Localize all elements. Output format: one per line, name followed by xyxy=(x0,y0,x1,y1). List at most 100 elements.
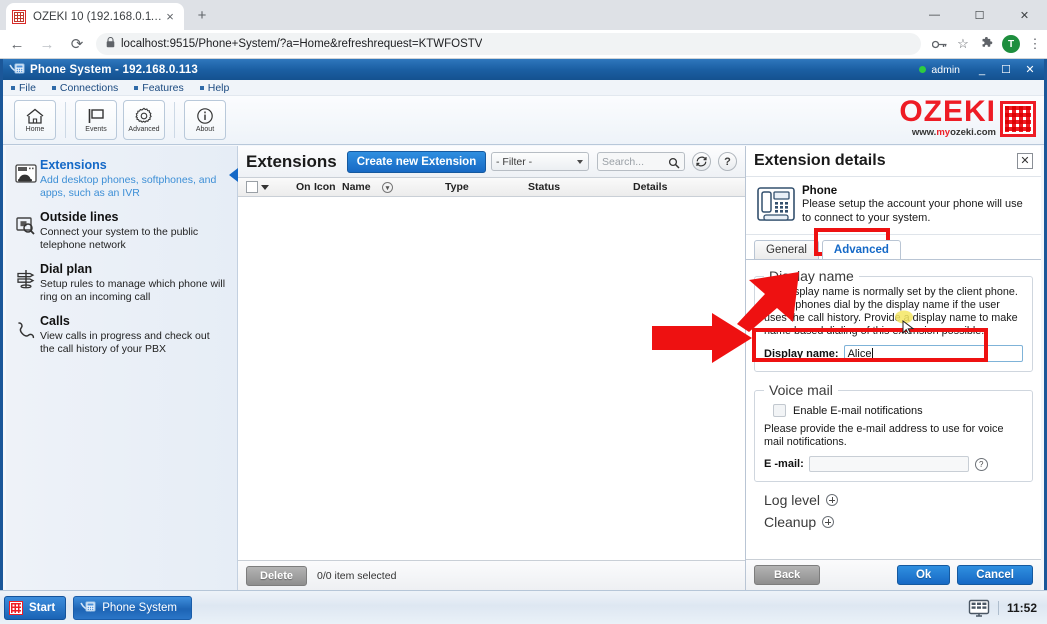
column-header-name[interactable]: Name xyxy=(342,181,371,193)
search-input[interactable]: Search... xyxy=(597,152,685,171)
browser-window-controls: — ☐ ✕ xyxy=(912,0,1047,30)
new-tab-button[interactable]: + xyxy=(192,6,212,26)
phone-system-icon xyxy=(80,601,96,614)
question-mark-icon[interactable]: ? xyxy=(974,457,988,471)
extension-details-header: Extension details ✕ xyxy=(746,146,1041,177)
toolbar-group-home: Home xyxy=(11,100,59,140)
cleanup-label: Cleanup xyxy=(764,514,817,530)
extension-details-panel: Extension details ✕ Phone Please setup t… xyxy=(745,146,1041,590)
menu-features[interactable]: Features xyxy=(134,82,184,94)
extensions-puzzle-icon[interactable] xyxy=(975,32,999,56)
minimize-icon[interactable]: — xyxy=(912,0,957,30)
calls-icon xyxy=(12,314,40,356)
toolbar-advanced-button[interactable]: Advanced xyxy=(123,100,165,140)
menu-help[interactable]: Help xyxy=(199,82,229,94)
display-name-description: The display name is normally set by the … xyxy=(764,286,1018,337)
enable-email-notifications-checkbox[interactable] xyxy=(773,404,786,417)
chevron-down-icon[interactable] xyxy=(261,184,269,190)
start-button[interactable]: Start xyxy=(4,595,67,620)
cancel-button[interactable]: Cancel xyxy=(957,565,1033,585)
browser-tab[interactable]: OZEKI 10 (192.168.0.113) × xyxy=(6,3,184,30)
display-name-row: Display name: Alice xyxy=(764,345,1023,362)
create-new-extension-button[interactable]: Create new Extension xyxy=(346,150,487,173)
log-level-section[interactable]: Log level xyxy=(764,492,1033,508)
browser-tab-title: OZEKI 10 (192.168.0.113) xyxy=(33,10,162,23)
toolbar-group-tools: Events Advanced xyxy=(72,100,168,140)
select-all-checkbox[interactable] xyxy=(246,181,258,193)
app-maximize-icon[interactable]: ☐ xyxy=(994,59,1018,80)
sidebar-item-extensions[interactable]: Extensions Add desktop phones, softphone… xyxy=(6,154,238,206)
plus-circle-icon[interactable] xyxy=(822,516,835,528)
sort-indicator-icon[interactable]: ▾ xyxy=(382,182,393,193)
email-field[interactable] xyxy=(808,456,969,472)
toolbar-events-button[interactable]: Events xyxy=(75,100,117,140)
sidebar-item-dial-plan-text: Dial plan Setup rules to manage which ph… xyxy=(40,262,227,304)
extension-details-title: Extension details xyxy=(754,152,886,169)
password-key-icon[interactable] xyxy=(927,32,951,56)
column-header-on[interactable]: On xyxy=(296,181,311,193)
menu-connections[interactable]: Connections xyxy=(51,81,119,94)
close-icon[interactable]: ✕ xyxy=(1017,153,1033,169)
column-header-icon[interactable]: Icon xyxy=(314,181,336,193)
filter-dropdown[interactable]: - Filter - xyxy=(491,152,589,171)
display-settings-icon[interactable] xyxy=(968,599,990,617)
forward-icon[interactable]: → xyxy=(34,31,60,57)
refresh-button[interactable] xyxy=(692,152,711,171)
cleanup-section[interactable]: Cleanup xyxy=(764,514,1033,530)
app-minimize-icon[interactable]: _ xyxy=(970,59,994,80)
gear-icon xyxy=(134,107,154,125)
back-button[interactable]: Back xyxy=(754,565,821,585)
tab-advanced[interactable]: Advanced xyxy=(821,240,901,259)
enable-email-notifications-row[interactable]: Enable E-mail notifications xyxy=(773,404,1023,417)
bookmark-star-icon[interactable]: ☆ xyxy=(951,32,975,56)
column-header-status[interactable]: Status xyxy=(528,181,560,193)
bullet-icon xyxy=(199,85,204,90)
page-title: Extensions xyxy=(246,151,337,171)
app-title-bar-right: admin _ ☐ ✕ xyxy=(919,59,1042,80)
back-icon[interactable]: ← xyxy=(4,31,30,57)
chrome-menu-icon[interactable]: ⋮ xyxy=(1023,32,1047,56)
admin-label[interactable]: admin xyxy=(931,64,960,76)
profile-avatar[interactable]: T xyxy=(1002,35,1020,53)
plus-circle-icon[interactable] xyxy=(826,494,839,506)
app-close-icon[interactable]: ✕ xyxy=(1018,59,1042,80)
address-bar[interactable]: localhost:9515/Phone+System/?a=Home&refr… xyxy=(96,33,921,55)
help-button[interactable]: ? xyxy=(718,152,737,171)
screen: OZEKI 10 (192.168.0.113) × + — ☐ ✕ ← → ⟳… xyxy=(0,0,1047,624)
reload-icon[interactable]: ⟳ xyxy=(64,31,90,57)
phone-system-window: Phone System - 192.168.0.113 admin _ ☐ ✕… xyxy=(0,59,1047,590)
sidebar-item-calls[interactable]: Calls View calls in progress and check o… xyxy=(6,310,237,362)
column-header-details[interactable]: Details xyxy=(633,181,667,193)
sidebar-item-outside-lines[interactable]: Outside lines Connect your system to the… xyxy=(6,206,237,258)
sidebar-item-calls-text: Calls View calls in progress and check o… xyxy=(40,314,227,356)
email-row: E -mail: ? xyxy=(764,456,1023,472)
phone-system-icon xyxy=(9,63,25,76)
sidebar-item-dial-plan[interactable]: Dial plan Setup rules to manage which ph… xyxy=(6,258,237,310)
bullet-icon xyxy=(134,85,139,90)
extension-details-tabs: General Advanced xyxy=(746,235,1041,260)
delete-button[interactable]: Delete xyxy=(246,565,308,586)
menu-connections-label: Connections xyxy=(59,81,119,94)
toolbar-about-button[interactable]: About xyxy=(184,100,226,140)
column-header-type[interactable]: Type xyxy=(445,181,469,193)
display-name-input[interactable]: Alice xyxy=(843,345,1023,362)
close-icon[interactable]: ✕ xyxy=(1002,0,1047,30)
app-body: Extensions Add desktop phones, softphone… xyxy=(6,146,1041,590)
toolbar-home-label: Home xyxy=(25,125,45,133)
taskbar-item-phone-system[interactable]: Phone System xyxy=(73,595,192,620)
ozeki-logo-text: OZEKI www.myozeki.com xyxy=(899,97,996,139)
ok-button[interactable]: Ok xyxy=(896,565,951,585)
close-icon[interactable]: × xyxy=(162,9,178,25)
clock[interactable]: 11:52 xyxy=(997,600,1037,615)
extension-details-hero-text: Phone Please setup the account your phon… xyxy=(798,185,1033,228)
toolbar-home-button[interactable]: Home xyxy=(14,100,56,140)
tab-general[interactable]: General xyxy=(754,240,819,259)
online-status-dot xyxy=(919,66,927,73)
search-icon xyxy=(668,156,680,174)
maximize-icon[interactable]: ☐ xyxy=(957,0,1002,30)
ozeki-url: www.myozeki.com xyxy=(911,127,996,138)
voice-mail-legend: Voice mail xyxy=(769,382,833,398)
info-icon xyxy=(195,107,215,125)
events-icon xyxy=(86,107,106,125)
menu-file[interactable]: File xyxy=(11,82,36,94)
